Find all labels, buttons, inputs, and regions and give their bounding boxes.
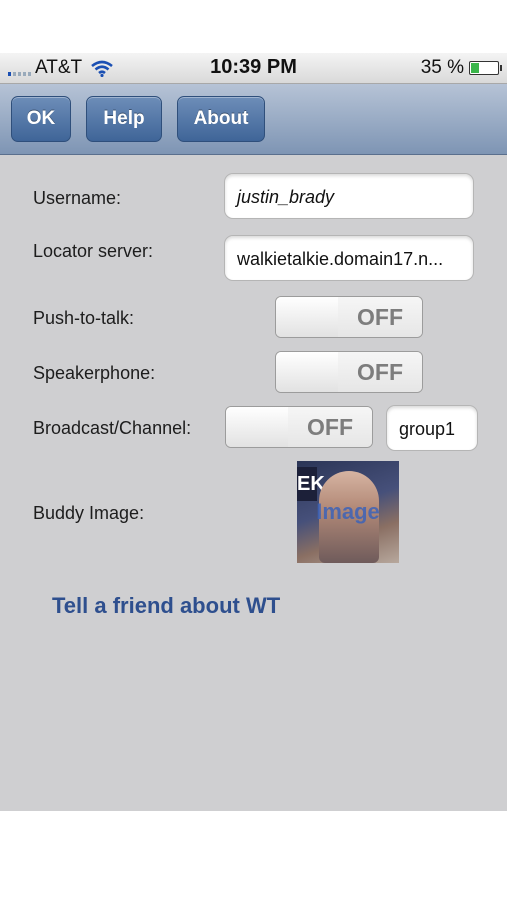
locator-server-field[interactable]: walkietalkie.domain17.n... [224, 235, 474, 281]
username-field[interactable]: justin_brady [224, 173, 474, 219]
status-bar: AT&T 10:39 PM 35 % [0, 53, 507, 84]
toolbar: OK Help About [0, 84, 507, 155]
switch-knob [276, 297, 339, 337]
username-label: Username: [33, 188, 122, 208]
broadcast-switch[interactable]: OFF [225, 406, 373, 448]
switch-state: OFF [338, 297, 422, 337]
image-overlay-label: Image [316, 499, 380, 524]
status-right: 35 % [420, 57, 502, 79]
help-button[interactable]: Help [86, 96, 162, 142]
push-to-talk-label: Push-to-talk: [33, 308, 135, 328]
channel-field[interactable]: group1 [386, 405, 478, 451]
switch-state: OFF [338, 352, 422, 392]
speakerphone-switch[interactable]: OFF [275, 351, 423, 393]
ok-button[interactable]: OK [11, 96, 71, 142]
battery-icon [469, 61, 502, 75]
push-to-talk-switch[interactable]: OFF [275, 296, 423, 338]
speakerphone-label: Speakerphone: [33, 363, 156, 383]
locator-server-label: Locator server: [33, 241, 154, 261]
about-button[interactable]: About [177, 96, 265, 142]
switch-state: OFF [288, 407, 372, 447]
photo-logo: EK [297, 467, 325, 501]
broadcast-channel-label: Broadcast/Channel: [33, 418, 192, 438]
switch-knob [226, 407, 289, 447]
app-screen: AT&T 10:39 PM 35 % OK Help About Usernam… [0, 53, 507, 811]
battery-fill [471, 63, 480, 73]
tell-a-friend-link[interactable]: Tell a friend about WT [52, 593, 280, 619]
battery-percent: 35 % [420, 57, 464, 78]
buddy-image[interactable]: EK Image [297, 461, 399, 563]
buddy-image-label: Buddy Image: [33, 503, 145, 523]
switch-knob [276, 352, 339, 392]
